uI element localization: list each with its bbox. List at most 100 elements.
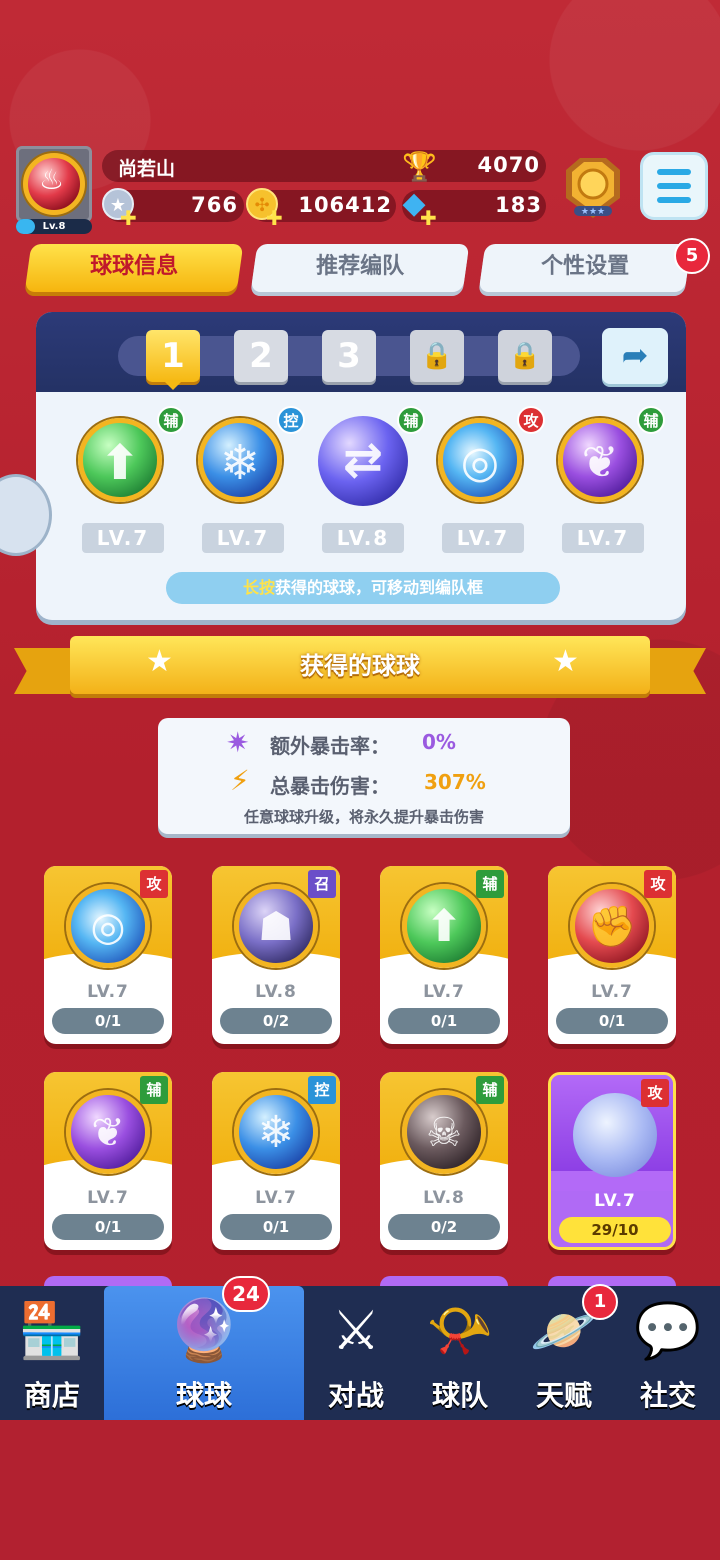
share-icon: ➦: [621, 336, 649, 374]
team-ball-purple-leaf[interactable]: ❦: [558, 418, 642, 502]
blue-swirl-ball-icon: ◎: [66, 884, 150, 968]
team-ball-level: LV.7: [442, 523, 524, 553]
crit-upgrade-note: 任意球球升级，将永久提升暴击伤害: [243, 808, 484, 826]
nav-tab-shop[interactable]: 🏪 商店: [0, 1286, 104, 1420]
swap-arrows-icon: ⇄: [342, 432, 384, 488]
talent-nav-badge: 1: [582, 1284, 618, 1320]
nav-label: 社交: [639, 1379, 696, 1412]
ball-upgrade-progress: 0/2: [388, 1214, 500, 1240]
diamond-value: 183: [495, 193, 542, 217]
extra-crit-rate-label: 额外暴击率：: [270, 734, 390, 758]
skull-ball-icon: ☠: [402, 1090, 486, 1174]
section-title: 获得的球球: [300, 652, 420, 680]
trophy-icon: 🏆: [402, 150, 437, 183]
ball-upgrade-progress: 0/1: [556, 1008, 668, 1034]
ball-type-tag: 辅: [476, 1076, 504, 1104]
ball-card-green-arrow[interactable]: ⬆ 辅 LV.7 0/1: [380, 866, 508, 1044]
team-ball-level: LV.7: [202, 523, 284, 553]
trophy-count: 4070: [477, 153, 540, 177]
share-button[interactable]: ➦: [602, 328, 668, 384]
team-ball-tag: 辅: [637, 406, 665, 434]
add-gold-icon[interactable]: ✚: [266, 206, 283, 230]
ball-card-purple-ghost[interactable]: ☗ 召 LV.8 0/2: [212, 866, 340, 1044]
team-slot-2[interactable]: 2: [234, 330, 288, 382]
shop-icon: 🏪: [18, 1299, 86, 1362]
ball-upgrade-progress: 29/10: [559, 1217, 671, 1243]
team-ball-purple-swap[interactable]: ⇄: [318, 416, 408, 506]
ball-upgrade-progress: 0/2: [220, 1008, 332, 1034]
add-silver-icon[interactable]: ✚: [120, 206, 137, 230]
ghost-ball-icon: ☗: [234, 884, 318, 968]
total-crit-damage-label: 总暴击伤害：: [270, 774, 390, 798]
team-ball-tag: 辅: [397, 406, 425, 434]
tab-label: 球球信息: [90, 254, 179, 279]
ball-card-moon-bubble[interactable]: 攻 LV.7 29/10: [548, 1072, 676, 1250]
level-progress-fill: [16, 219, 35, 234]
team-ball-blue-snowflake[interactable]: ❄: [198, 418, 282, 502]
team-ball-level: LV.7: [82, 523, 164, 553]
ball-card-blue-snowflake[interactable]: ❄ 控 LV.7 0/1: [212, 1072, 340, 1250]
long-press-hint: 长按获得的球球，可移动到编队框: [166, 572, 560, 604]
silver-value: 766: [191, 193, 238, 217]
ball-level: LV.7: [87, 1188, 129, 1208]
nav-tab-team[interactable]: 📯 球队: [408, 1286, 512, 1420]
hint-highlight: 长按: [242, 578, 275, 597]
crossed-swords-icon: ⚔: [331, 1299, 381, 1362]
ball-card-blue-swirl[interactable]: ◎ 攻 LV.7 0/1: [44, 866, 172, 1044]
ball-type-tag: 攻: [641, 1079, 669, 1107]
tab-personal-settings[interactable]: 个性设置: [478, 244, 692, 292]
total-crit-damage-value: 307%: [424, 770, 486, 794]
add-diamond-icon[interactable]: ✚: [420, 206, 437, 230]
team-ball-tag: 攻: [517, 406, 545, 434]
ball-type-tag: 召: [308, 870, 336, 898]
team-slot-1[interactable]: 1: [146, 330, 200, 382]
green-arrow-ball-icon: ⬆: [402, 884, 486, 968]
team-slot-locked-5[interactable]: 🔒: [498, 330, 552, 382]
player-name: 尚若山: [118, 158, 176, 180]
nav-tab-ball[interactable]: 🔮 球球: [104, 1286, 304, 1420]
ball-nav-badge: 24: [222, 1276, 270, 1312]
ball-card-dark-skull[interactable]: ☠ 辅 LV.8 0/2: [380, 1072, 508, 1250]
menu-button[interactable]: [640, 152, 708, 220]
team-ball-tag: 辅: [157, 406, 185, 434]
hint-text: 获得的球球，可移动到编队框: [275, 578, 484, 597]
ball-level: LV.7: [591, 982, 633, 1002]
player-avatar[interactable]: ♨: [16, 146, 92, 222]
tab-ball-info[interactable]: 球球信息: [24, 244, 244, 292]
player-level-text: Lv.8: [42, 221, 66, 232]
ball-level: LV.7: [423, 982, 465, 1002]
red-fist-ball-icon: ✊: [570, 884, 654, 968]
ball-level: LV.7: [255, 1188, 297, 1208]
ball-card-purple-leaf[interactable]: ❦ 辅 LV.7 0/1: [44, 1072, 172, 1250]
tab-recommended-team[interactable]: 推荐编队: [250, 244, 470, 292]
snowflake-icon: ❄: [219, 435, 261, 491]
leaf-icon: ❦: [581, 437, 619, 488]
ball-type-tag: 控: [308, 1076, 336, 1104]
menu-icon-line: [657, 197, 691, 203]
chat-icon: 💬: [634, 1299, 702, 1362]
svg-text:★★★: ★★★: [581, 207, 605, 217]
ball-type-tag: 辅: [476, 870, 504, 898]
lock-icon: 🔒: [420, 341, 454, 371]
team-slot-locked-4[interactable]: 🔒: [410, 330, 464, 382]
rank-medal-icon[interactable]: ★★★: [560, 152, 626, 222]
team-ball-level: LV.7: [562, 523, 644, 553]
team-ball-blue-swirl[interactable]: ◎: [438, 418, 522, 502]
ball-type-tag: 攻: [644, 870, 672, 898]
ball-upgrade-progress: 0/1: [388, 1008, 500, 1034]
gold-value: 106412: [298, 193, 392, 217]
crit-rate-icon: ✷: [226, 726, 250, 759]
nav-label: 对战: [327, 1379, 384, 1412]
ball-level: LV.7: [594, 1191, 636, 1211]
nav-tab-social[interactable]: 💬 社交: [616, 1286, 720, 1420]
nav-label: 天赋: [535, 1379, 592, 1412]
team-slot-3[interactable]: 3: [322, 330, 376, 382]
nav-label: 球队: [431, 1379, 488, 1412]
nav-tab-battle[interactable]: ⚔ 对战: [304, 1286, 408, 1420]
ball-card-red-fist[interactable]: ✊ 攻 LV.7 0/1: [548, 866, 676, 1044]
team-ball-green-arrow[interactable]: ⬆: [78, 418, 162, 502]
nav-label: 商店: [23, 1379, 80, 1412]
whistle-icon: 📯: [426, 1299, 494, 1362]
tab-label: 推荐编队: [316, 254, 405, 279]
ball-type-tag: 攻: [140, 870, 168, 898]
